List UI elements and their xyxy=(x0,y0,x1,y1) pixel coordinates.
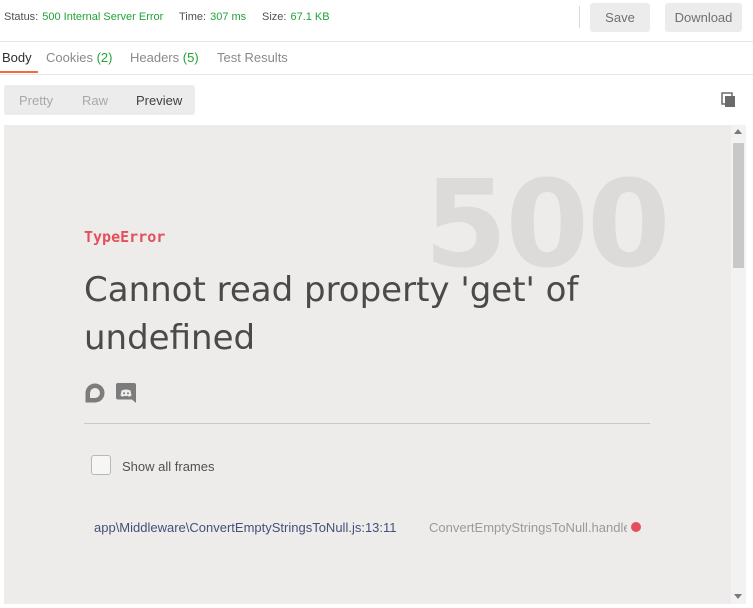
scrollbar-thumb[interactable] xyxy=(733,143,744,268)
response-preview: 500 TypeError Cannot read property 'get'… xyxy=(4,125,731,604)
status-label: Status: xyxy=(4,11,39,23)
time-info: Time: 307 ms xyxy=(179,11,246,24)
view-mode-pretty[interactable]: Pretty xyxy=(19,93,53,108)
divider xyxy=(0,41,753,42)
show-all-frames-label: Show all frames xyxy=(122,459,215,474)
response-status-bar: Status: 500 Internal Server Error Time: 30… xyxy=(0,0,753,34)
time-value: 307 ms xyxy=(210,11,247,23)
size-info: Size: 67.1 KB xyxy=(262,11,330,24)
tab-body[interactable]: Body xyxy=(2,50,32,65)
tab-headers-count: (5) xyxy=(182,50,199,65)
size-label: Size: xyxy=(262,11,287,23)
size-value: 67.1 KB xyxy=(290,11,330,23)
view-mode-selector: Pretty Raw Preview xyxy=(4,85,195,115)
tab-body-label: Body xyxy=(2,50,32,65)
error-indicator-dot xyxy=(631,522,641,532)
toolbar-separator xyxy=(579,6,580,28)
view-mode-preview[interactable]: Preview xyxy=(136,93,182,108)
tab-cookies-label: Cookies xyxy=(46,50,93,65)
tab-test-results[interactable]: Test Results xyxy=(217,50,288,65)
tab-headers[interactable]: Headers (5) xyxy=(130,50,199,65)
error-type: TypeError xyxy=(84,228,166,246)
download-button[interactable]: Download xyxy=(665,3,742,32)
stack-frame-function[interactable]: ConvertEmptyStringsToNull.handle xyxy=(429,520,627,535)
active-tab-indicator xyxy=(0,71,38,73)
scroll-down-arrow-icon[interactable] xyxy=(734,594,742,599)
divider xyxy=(84,423,650,424)
copy-icon[interactable] xyxy=(720,91,738,109)
stack-frame-file[interactable]: app\Middleware\ConvertEmptyStringsToNull… xyxy=(94,520,397,535)
tab-cookies-count: (2) xyxy=(96,50,113,65)
status-info: Status: 500 Internal Server Error xyxy=(4,11,163,24)
save-button[interactable]: Save xyxy=(590,3,650,32)
chat-bubble-icon[interactable] xyxy=(83,381,107,405)
scroll-up-arrow-icon[interactable] xyxy=(734,129,742,134)
divider xyxy=(0,74,753,75)
tab-cookies[interactable]: Cookies (2) xyxy=(46,50,112,65)
time-label: Time: xyxy=(179,11,207,23)
preview-scrollbar[interactable] xyxy=(731,125,746,604)
discord-icon[interactable] xyxy=(114,381,138,405)
status-value: 500 Internal Server Error xyxy=(42,11,164,23)
view-mode-raw[interactable]: Raw xyxy=(82,93,108,108)
error-message: Cannot read property 'get' of undefined xyxy=(84,270,579,358)
tab-test-results-label: Test Results xyxy=(217,50,288,65)
tab-headers-label: Headers xyxy=(130,50,180,65)
show-all-frames-checkbox[interactable] xyxy=(91,455,111,475)
